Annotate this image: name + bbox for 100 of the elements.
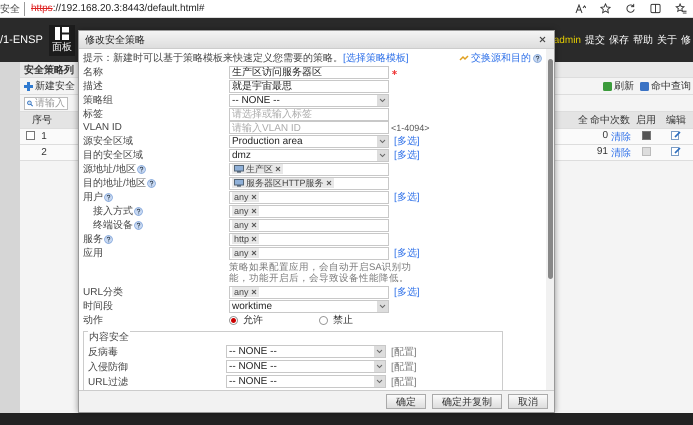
tag-chip: any <box>232 192 259 202</box>
dropdown-caret[interactable] <box>377 150 388 160</box>
remove-icon[interactable] <box>250 208 257 214</box>
swap-link[interactable]: 交换源和目的 <box>459 51 542 65</box>
nav-tab[interactable]: 面板 <box>48 24 75 56</box>
dialog-button[interactable]: 确定 <box>386 394 426 409</box>
select-field[interactable]: -- NONE -- <box>226 375 386 388</box>
tag-chip: http <box>232 234 260 244</box>
field-label: VLAN ID <box>83 122 122 133</box>
dropdown-caret[interactable] <box>377 300 388 312</box>
toolbar-button[interactable]: 刷新 <box>603 79 634 93</box>
close-icon[interactable] <box>539 36 546 43</box>
dropdown-caret[interactable] <box>374 376 385 387</box>
field-label: 服务 <box>83 233 103 246</box>
range-hint: <1-4094> <box>391 122 430 132</box>
help-icon[interactable] <box>136 164 146 174</box>
split-screen-icon[interactable] <box>650 3 661 14</box>
tag-chip: any <box>232 248 259 258</box>
hint-text: 提示：新建时可以基于策略模板来快速定义您需要的策略。[选择策略模板] <box>83 52 409 65</box>
new-policy-button[interactable]: 新建安全 <box>24 79 75 93</box>
help-icon[interactable] <box>104 192 113 202</box>
multi-select-link[interactable]: [多选] <box>394 287 420 298</box>
header-link[interactable]: 关于 <box>657 33 677 47</box>
multi-select-link[interactable]: [多选] <box>394 136 420 147</box>
tag-field[interactable]: any <box>229 218 389 232</box>
column-header: 编辑 <box>665 114 687 127</box>
configure-link[interactable]: [配置] <box>391 344 417 358</box>
enabled-checkbox[interactable] <box>642 130 650 140</box>
favorites-icon[interactable] <box>675 3 687 14</box>
remove-icon[interactable] <box>251 236 258 242</box>
select-field[interactable]: -- NONE -- <box>226 360 386 373</box>
multi-select-link[interactable]: [多选] <box>394 248 420 259</box>
dropdown-caret[interactable] <box>377 136 388 146</box>
field-label: 策略组 <box>83 94 113 107</box>
security-label[interactable]: 安全 <box>0 2 25 16</box>
text-field[interactable]: 就是宇宙最思 <box>229 80 389 92</box>
tag-field[interactable]: any <box>229 190 389 204</box>
help-icon[interactable] <box>533 54 542 62</box>
edit-icon[interactable] <box>671 146 681 156</box>
help-icon[interactable] <box>134 206 143 216</box>
tag-field[interactable]: any <box>229 246 389 260</box>
select-field[interactable]: worktime <box>229 300 389 312</box>
address-bar[interactable]: https://192.168.20.3:8443/default.html# <box>31 3 204 14</box>
remove-icon[interactable] <box>250 222 257 228</box>
configure-link[interactable]: [配置] <box>391 360 417 374</box>
field-label: 终端设备 <box>93 218 133 232</box>
remove-icon[interactable] <box>250 250 257 256</box>
header-link[interactable]: 帮助 <box>633 33 653 47</box>
tag-field[interactable]: any <box>229 286 389 298</box>
chart-icon <box>640 82 649 90</box>
dropdown-caret[interactable] <box>374 346 385 357</box>
header-link[interactable]: 保存 <box>609 33 629 47</box>
enabled-checkbox[interactable] <box>642 146 650 156</box>
select-field[interactable]: Production area <box>229 134 389 148</box>
radio-option[interactable]: 允许 <box>229 313 319 327</box>
field-label: 反病毒 <box>88 346 119 358</box>
read-aloud-icon[interactable] <box>575 4 586 14</box>
remove-icon[interactable] <box>250 289 257 295</box>
dialog-button[interactable]: 取消 <box>508 394 548 409</box>
radio-button[interactable] <box>229 316 238 324</box>
radio-option[interactable]: 禁止 <box>319 313 409 327</box>
toolbar-button[interactable]: 命中查询 <box>640 79 691 93</box>
scrollbar[interactable] <box>546 49 554 390</box>
template-link[interactable]: [选择策略模板] <box>343 53 409 64</box>
table-cell-text: 0 <box>602 130 608 142</box>
tag-field[interactable]: 生产区 <box>229 162 389 176</box>
edit-icon[interactable] <box>671 130 681 140</box>
multi-select-link[interactable]: [多选] <box>394 192 420 203</box>
tag-field[interactable]: 服务器区HTTP服务 <box>229 176 389 190</box>
text-field[interactable]: 生产区访问服务器区 <box>229 66 389 78</box>
header-link[interactable]: 修 <box>681 33 691 47</box>
table-cell-text: 91 <box>596 146 608 158</box>
refresh-icon[interactable] <box>625 3 636 14</box>
help-icon[interactable] <box>134 220 143 230</box>
field-label: 标签 <box>83 108 103 121</box>
radio-button[interactable] <box>319 316 328 324</box>
row-checkbox[interactable] <box>26 130 34 140</box>
select-field[interactable]: -- NONE -- <box>226 345 386 358</box>
help-icon[interactable] <box>146 178 156 188</box>
star-icon[interactable] <box>600 3 611 14</box>
dropdown-caret[interactable] <box>377 94 388 106</box>
remove-icon[interactable] <box>326 180 332 186</box>
field-label: 应用 <box>83 246 103 260</box>
select-field[interactable]: -- NONE -- <box>229 94 389 106</box>
field-label: 入侵防御 <box>88 360 129 374</box>
dropdown-caret[interactable] <box>374 361 385 372</box>
remove-icon[interactable] <box>275 166 281 172</box>
configure-link[interactable]: [配置] <box>391 374 417 388</box>
plus-icon <box>24 82 33 90</box>
dialog-button[interactable]: 确定并复制 <box>432 394 502 409</box>
field-label: 用户 <box>83 190 103 204</box>
clear-link[interactable]: 清除 <box>611 130 631 144</box>
multi-select-link[interactable]: [多选] <box>394 150 420 161</box>
remove-icon[interactable] <box>250 194 257 200</box>
help-icon[interactable] <box>104 234 113 244</box>
tag-field[interactable]: http <box>229 232 389 246</box>
tag-field[interactable]: any <box>229 204 389 218</box>
clear-link[interactable]: 清除 <box>611 146 631 160</box>
header-link[interactable]: 提交 <box>585 33 605 47</box>
select-field[interactable]: dmz <box>229 148 389 162</box>
